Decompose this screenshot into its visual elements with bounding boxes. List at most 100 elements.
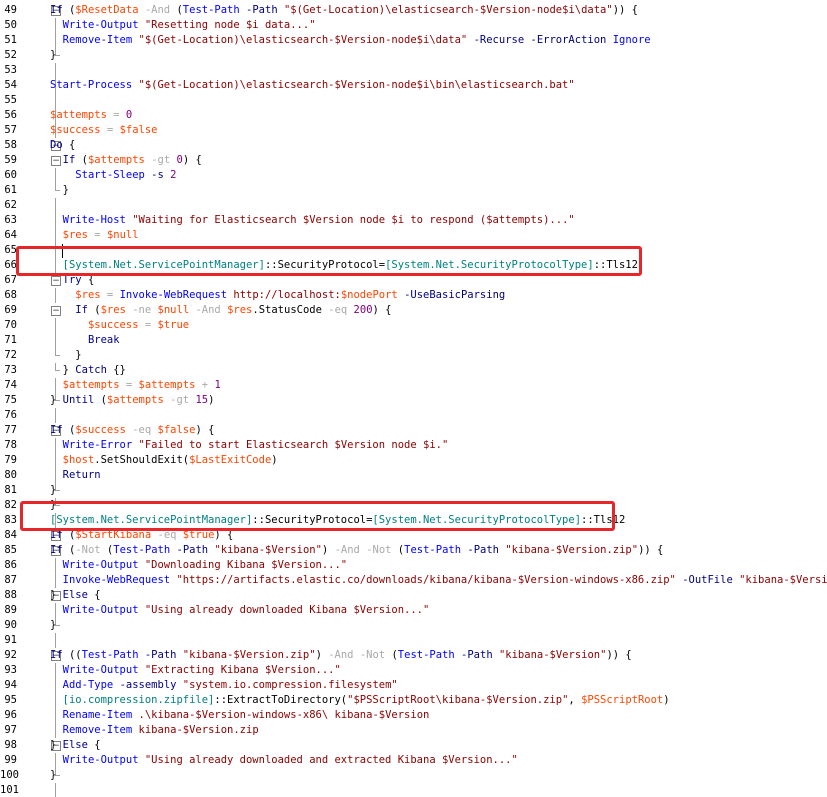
code-line[interactable]: 91 xyxy=(0,633,827,648)
code-token: Remove-Item xyxy=(62,724,133,736)
code-text[interactable]: Start-Process "$(Get-Location)\elasticse… xyxy=(50,78,575,93)
code-line[interactable]: 51 Remove-Item "$(Get-Location)\elastics… xyxy=(0,33,827,48)
code-token: $false xyxy=(119,124,158,136)
code-token: -And xyxy=(328,649,354,661)
code-line[interactable]: 71 Break xyxy=(0,333,827,348)
code-line[interactable]: 100} xyxy=(0,768,827,783)
code-text[interactable]: Write-Output "Extracting Kibana $Version… xyxy=(50,663,341,678)
code-text[interactable]: $success = $false xyxy=(50,123,158,138)
code-text[interactable]: $res = Invoke-WebRequest http://localhos… xyxy=(50,288,505,303)
code-line[interactable]: 88−} Else { xyxy=(0,588,827,603)
code-text[interactable]: } Else { xyxy=(50,588,101,603)
code-text[interactable]: $host.SetShouldExit($LastExitCode) xyxy=(50,453,278,468)
code-text[interactable]: Write-Output "Using already downloaded K… xyxy=(50,603,430,618)
code-text[interactable]: Remove-Item "$(Get-Location)\elasticsear… xyxy=(50,33,651,48)
code-text[interactable]: Write-Output "Downloading Kibana $Versio… xyxy=(50,558,347,573)
code-text[interactable]: } xyxy=(50,618,56,633)
code-text[interactable]: Write-Host "Waiting for Elasticsearch $V… xyxy=(50,213,575,228)
code-line[interactable]: 95 [io.compression.zipfile]::ExtractToDi… xyxy=(0,693,827,708)
code-line[interactable]: 61 } xyxy=(0,183,827,198)
code-line[interactable]: 74 $attempts = $attempts + 1 xyxy=(0,378,827,393)
code-token: -eq xyxy=(328,304,348,316)
code-line[interactable]: 98−} Else { xyxy=(0,738,827,753)
code-text[interactable]: $attempts = 0 xyxy=(50,108,132,123)
code-line[interactable]: 50 Write-Output "Resetting node $i data.… xyxy=(0,18,827,33)
code-line[interactable]: 56 $attempts = 0 xyxy=(0,108,827,123)
code-line[interactable]: 73 } Catch {} xyxy=(0,363,827,378)
code-line[interactable]: 72 } xyxy=(0,348,827,363)
code-line[interactable]: 60 Start-Sleep -s 2 xyxy=(0,168,827,183)
code-editor[interactable]: 49− If ($ResetData -And (Test-Path -Path … xyxy=(0,0,827,797)
code-line[interactable]: 81} xyxy=(0,483,827,498)
code-line[interactable]: 54 Start-Process "$(Get-Location)\elastic… xyxy=(0,78,827,93)
code-text[interactable]: } xyxy=(50,483,56,498)
code-line[interactable]: 49− If ($ResetData -And (Test-Path -Path … xyxy=(0,3,827,18)
code-line[interactable]: 99 Write-Output "Using already downloade… xyxy=(0,753,827,768)
code-line[interactable]: 97 Remove-Item kibana-$Version.zip xyxy=(0,723,827,738)
code-line[interactable]: 86 Write-Output "Downloading Kibana $Ver… xyxy=(0,558,827,573)
code-text[interactable]: If (-Not (Test-Path -Path "kibana-$Versi… xyxy=(50,543,663,558)
code-line[interactable]: 59− If ($attempts -gt 0) { xyxy=(0,153,827,168)
code-text[interactable]: Start-Sleep -s 2 xyxy=(50,168,176,183)
code-line[interactable]: 89 Write-Output "Using already downloade… xyxy=(0,603,827,618)
code-text[interactable]: Rename-Item .\kibana-$Version-windows-x8… xyxy=(50,708,430,723)
code-text[interactable]: } xyxy=(50,348,81,363)
code-line[interactable]: 80 Return xyxy=(0,468,827,483)
code-line[interactable]: 85− If (-Not (Test-Path -Path "kibana-$Ve… xyxy=(0,543,827,558)
code-text[interactable]: Write-Error "Failed to start Elasticsear… xyxy=(50,438,449,453)
line-number: 63 xyxy=(4,214,17,226)
code-line[interactable]: 62 xyxy=(0,198,827,213)
code-text[interactable]: Break xyxy=(50,333,120,348)
code-text[interactable]: } Else { xyxy=(50,738,101,753)
code-text[interactable]: Remove-Item kibana-$Version.zip xyxy=(50,723,259,738)
code-text[interactable]: If ((Test-Path -Path "kibana-$Version.zi… xyxy=(50,648,632,663)
code-line[interactable]: 96 Rename-Item .\kibana-$Version-windows… xyxy=(0,708,827,723)
code-line[interactable]: 87 Invoke-WebRequest "https://artifacts.… xyxy=(0,573,827,588)
line-number: 100 xyxy=(0,769,19,781)
code-line[interactable]: 92− If ((Test-Path -Path "kibana-$Version… xyxy=(0,648,827,663)
code-text[interactable]: } xyxy=(50,183,69,198)
code-line[interactable]: 93 Write-Output "Extracting Kibana $Vers… xyxy=(0,663,827,678)
code-text[interactable]: $attempts = $attempts + 1 xyxy=(50,378,221,393)
code-line[interactable]: 94 Add-Type -assembly "system.io.compres… xyxy=(0,678,827,693)
code-token: $res xyxy=(75,289,101,301)
code-line[interactable]: 68 $res = Invoke-WebRequest http://local… xyxy=(0,288,827,303)
code-line[interactable]: 79 $host.SetShouldExit($LastExitCode) xyxy=(0,453,827,468)
code-token: Test-Path xyxy=(81,649,139,661)
code-line[interactable]: 76 xyxy=(0,408,827,423)
code-line[interactable]: 78 Write-Error "Failed to start Elastics… xyxy=(0,438,827,453)
code-line[interactable]: 69− If ($res -ne $null -And $res.StatusC… xyxy=(0,303,827,318)
code-text[interactable]: Write-Output "Using already downloaded a… xyxy=(50,753,518,768)
code-line[interactable]: 55 xyxy=(0,93,827,108)
code-text[interactable]: If ($ResetData -And (Test-Path -Path "$(… xyxy=(50,3,638,18)
code-line[interactable]: 52} xyxy=(0,48,827,63)
line-number: 78 xyxy=(4,439,17,451)
code-text[interactable]: } Catch {} xyxy=(50,363,126,378)
code-token: "kibana-$Version.zip" xyxy=(182,649,316,661)
code-line[interactable]: 70 $success = $true xyxy=(0,318,827,333)
code-text[interactable]: } Until ($attempts -gt 15) xyxy=(50,393,214,408)
code-text[interactable]: $res = $null xyxy=(50,228,139,243)
code-line[interactable]: 64 $res = $null xyxy=(0,228,827,243)
code-text[interactable]: Do { xyxy=(50,138,75,153)
code-line[interactable]: 58− Do { xyxy=(0,138,827,153)
code-line[interactable]: 57 $success = $false xyxy=(0,123,827,138)
code-line[interactable]: 101 xyxy=(0,783,827,797)
code-text[interactable]: } xyxy=(50,48,56,63)
code-text[interactable]: Write-Output "Resetting node $i data..." xyxy=(50,18,316,33)
code-text[interactable]: Return xyxy=(50,468,101,483)
code-line[interactable]: 53 xyxy=(0,63,827,78)
code-text[interactable]: If ($res -ne $null -And $res.StatusCode … xyxy=(50,303,391,318)
code-text[interactable]: Invoke-WebRequest "https://artifacts.ela… xyxy=(50,573,827,588)
code-line[interactable]: 77− If ($success -eq $false) { xyxy=(0,423,827,438)
code-text[interactable]: If ($success -eq $false) { xyxy=(50,423,214,438)
code-text[interactable]: } xyxy=(50,768,56,783)
code-text[interactable]: [io.compression.zipfile]::ExtractToDirec… xyxy=(50,693,670,708)
code-text[interactable]: $success = $true xyxy=(50,318,189,333)
code-line[interactable]: 90} xyxy=(0,618,827,633)
code-text[interactable]: If ($attempts -gt 0) { xyxy=(50,153,202,168)
code-line[interactable]: 75} Until ($attempts -gt 15) xyxy=(0,393,827,408)
code-line[interactable]: 63 Write-Host "Waiting for Elasticsearch… xyxy=(0,213,827,228)
code-text[interactable]: Add-Type -assembly "system.io.compressio… xyxy=(50,678,398,693)
